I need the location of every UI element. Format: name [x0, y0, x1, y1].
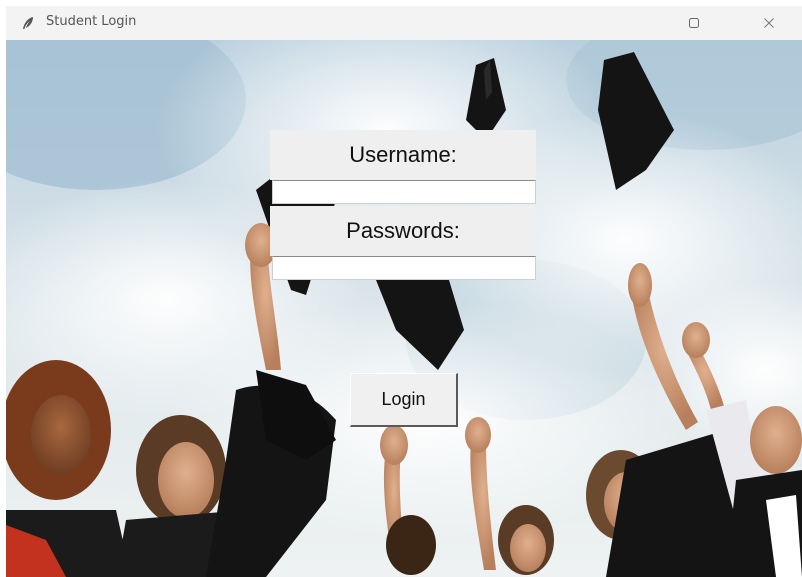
username-input[interactable]: [272, 180, 536, 204]
password-label: Passwords:: [270, 206, 536, 256]
close-button[interactable]: [746, 9, 792, 37]
login-button[interactable]: Login: [350, 373, 458, 427]
password-input[interactable]: [272, 256, 536, 280]
graduation-photo: [6, 40, 802, 577]
maximize-button[interactable]: [671, 9, 717, 37]
feather-icon: [23, 17, 33, 29]
maximize-icon: [689, 18, 699, 28]
window-content: Username: Passwords: Login: [6, 40, 802, 577]
username-label: Username:: [270, 130, 536, 180]
title-bar[interactable]: Student Login: [6, 6, 802, 40]
close-icon: [764, 18, 774, 28]
window-title: Student Login: [46, 14, 137, 29]
login-window: Student Login Username: Passwords: Login: [6, 6, 802, 577]
